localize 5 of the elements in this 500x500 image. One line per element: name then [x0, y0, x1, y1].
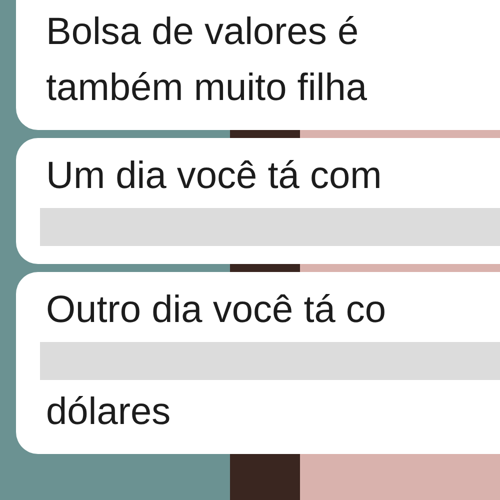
message-text: Outro dia você tá co — [46, 288, 388, 333]
message-text: Um dia você tá com — [46, 154, 383, 199]
message-text: dólares — [46, 390, 172, 435]
message-text: também muito filha — [46, 66, 368, 111]
message-text: Bolsa de valores é — [46, 10, 360, 55]
